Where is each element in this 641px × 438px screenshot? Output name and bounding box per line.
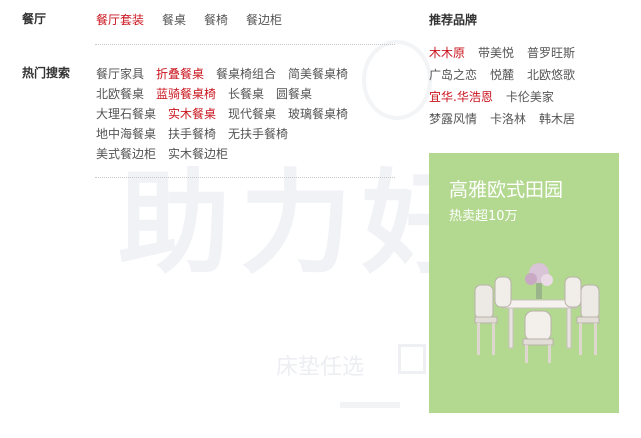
watermark-box-icon: [398, 344, 426, 374]
category-links: 餐厅套装 餐桌 餐椅 餐边柜: [96, 10, 396, 30]
brand-link[interactable]: 宜华.华浩恩: [429, 86, 493, 108]
hot-search-link[interactable]: 大理石餐桌: [96, 104, 156, 124]
hot-search-line: 北欧餐桌 蓝骑餐桌椅 长餐桌 圆餐桌: [96, 84, 396, 104]
hot-search-line: 美式餐边柜 实木餐边柜: [96, 144, 396, 164]
watermark-subline: 床垫任选: [276, 355, 365, 380]
brand-link[interactable]: 带美悦: [478, 42, 514, 64]
category-link[interactable]: 餐桌: [162, 10, 186, 30]
divider: [95, 177, 395, 178]
hot-search-link[interactable]: 餐厅家具: [96, 64, 144, 84]
hot-search-link[interactable]: 北欧餐桌: [96, 84, 144, 104]
promo-title: 高雅欧式田园: [449, 179, 564, 201]
hot-search-links: 餐厅家具 折叠餐桌 餐桌椅组合 简美餐桌椅 北欧餐桌 蓝骑餐桌椅 长餐桌 圆餐桌 大理石餐桌 实木…: [96, 64, 396, 164]
brand-link[interactable]: 梦露风情: [429, 108, 477, 130]
brand-link[interactable]: 木木原: [429, 42, 465, 64]
hot-search-line: 餐厅家具 折叠餐桌 餐桌椅组合 简美餐桌椅: [96, 64, 396, 84]
hot-search-link[interactable]: 圆餐桌: [276, 84, 312, 104]
brand-link[interactable]: 悦麓: [490, 64, 514, 86]
watermark-bar: [340, 402, 400, 408]
brand-link[interactable]: 广岛之恋: [429, 64, 477, 86]
brand-link[interactable]: 卡伦美家: [506, 86, 554, 108]
hot-search-link[interactable]: 蓝骑餐桌椅: [156, 84, 216, 104]
hot-search-label: 热门搜索: [22, 66, 71, 80]
hot-search-link[interactable]: 简美餐桌椅: [288, 64, 348, 84]
brands-panel: 推荐品牌 木木原 带美悦 普罗旺斯 广岛之恋 悦麓 北欧悠歌 宜华.华浩恩 卡伦美家 梦露风情卡…: [429, 10, 619, 130]
promo-banner[interactable]: 高雅欧式田园 热卖超10万: [429, 153, 619, 413]
promo-subtitle: 热卖超10万: [449, 209, 518, 224]
hot-search-link[interactable]: 现代餐桌: [228, 104, 276, 124]
dining-set-image: [474, 263, 600, 363]
category-link[interactable]: 餐边柜: [246, 10, 282, 30]
hot-search-link[interactable]: 地中海餐桌: [96, 124, 156, 144]
hot-search-link[interactable]: 餐桌椅组合: [216, 64, 276, 84]
hot-search-line: 大理石餐桌 实木餐桌 现代餐桌 玻璃餐桌椅: [96, 104, 396, 124]
hot-search-link[interactable]: 美式餐边柜: [96, 144, 156, 164]
category-label: 餐厅: [22, 12, 47, 26]
brand-links: 木木原 带美悦 普罗旺斯 广岛之恋 悦麓 北欧悠歌 宜华.华浩恩 卡伦美家 梦露风情 卡洛林 韩木居: [429, 42, 619, 130]
brand-line: 宜华.华浩恩 卡伦美家: [429, 86, 619, 108]
brand-link[interactable]: 北欧悠歌: [527, 64, 575, 86]
brand-line: 木木原 带美悦 普罗旺斯: [429, 42, 619, 64]
category-link[interactable]: 餐椅: [204, 10, 228, 30]
hot-search-link[interactable]: 玻璃餐桌椅: [288, 104, 348, 124]
hot-search-link[interactable]: 扶手餐椅: [168, 124, 216, 144]
hot-search-link[interactable]: 实木餐边柜: [168, 144, 228, 164]
brand-line: 梦露风情 卡洛林 韩木居: [429, 108, 619, 130]
brand-link[interactable]: 韩木居: [539, 108, 575, 130]
hot-search-link[interactable]: 实木餐桌: [168, 104, 216, 124]
brands-title: 推荐品牌: [429, 13, 478, 27]
brand-link[interactable]: 卡洛林: [490, 108, 526, 130]
hot-search-line: 地中海餐桌 扶手餐椅 无扶手餐椅: [96, 124, 396, 144]
hot-search-link[interactable]: 无扶手餐椅: [228, 124, 288, 144]
divider: [95, 44, 395, 45]
brand-link[interactable]: 普罗旺斯: [527, 42, 575, 64]
category-link[interactable]: 餐厅套装: [96, 10, 144, 30]
hot-search-link[interactable]: 长餐桌: [228, 84, 264, 104]
brand-line: 广岛之恋 悦麓 北欧悠歌: [429, 64, 619, 86]
hot-search-link[interactable]: 折叠餐桌: [156, 64, 204, 84]
